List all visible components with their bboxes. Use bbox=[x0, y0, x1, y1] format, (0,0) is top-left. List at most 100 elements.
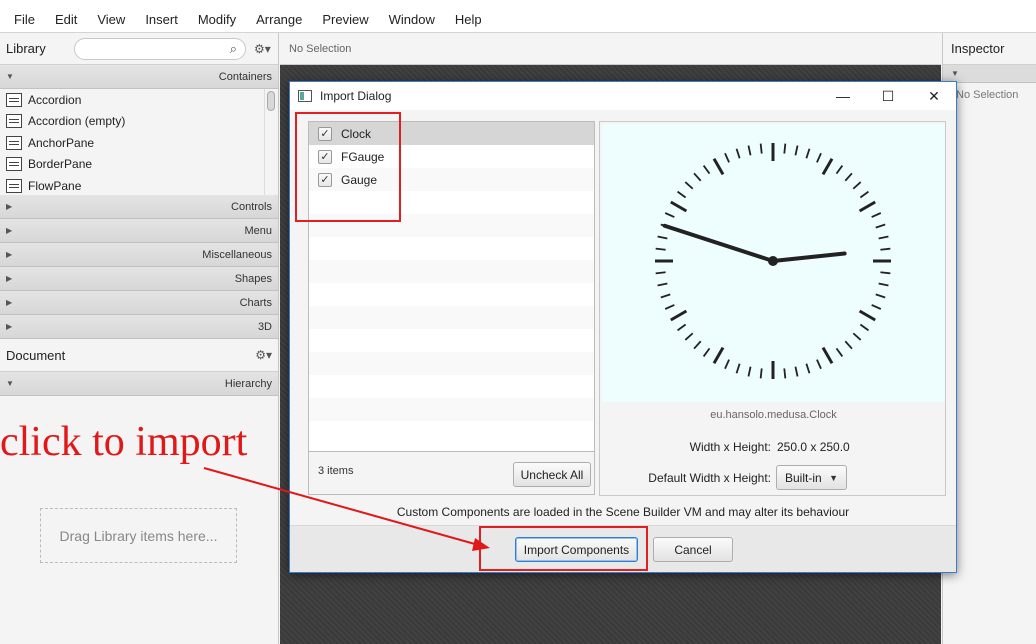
library-header: Library ⌕ ⚙▾ bbox=[0, 33, 278, 65]
gear-icon[interactable]: ⚙▾ bbox=[255, 348, 272, 362]
library-section-menu[interactable]: ▶ Menu bbox=[0, 219, 278, 243]
clock-tick bbox=[859, 323, 869, 332]
clock-tick bbox=[794, 145, 799, 156]
clock-tick bbox=[693, 340, 702, 350]
collapse-arrow-icon: ▼ bbox=[951, 69, 959, 78]
empty-row bbox=[309, 283, 594, 306]
dialog-title: Import Dialog bbox=[320, 89, 392, 103]
library-item-label: Accordion (empty) bbox=[28, 114, 126, 129]
close-icon[interactable]: ✕ bbox=[911, 82, 957, 110]
clock-tick bbox=[835, 347, 844, 357]
container-icon bbox=[6, 135, 22, 150]
clock-tick bbox=[655, 271, 666, 275]
clock-preview bbox=[602, 124, 945, 402]
clock-tick bbox=[657, 282, 668, 287]
component-class-name: eu.hansolo.medusa.Clock bbox=[710, 409, 837, 421]
annotation-text: click to import bbox=[0, 419, 248, 465]
clock-icon bbox=[655, 143, 891, 379]
default-size-select[interactable]: Built-in ▼ bbox=[776, 465, 847, 490]
minimize-icon[interactable]: — bbox=[820, 82, 866, 110]
library-item[interactable]: AnchorPane bbox=[0, 132, 278, 154]
library-item[interactable]: Accordion (empty) bbox=[0, 111, 278, 133]
document-title: Document bbox=[6, 347, 66, 363]
component-preview: eu.hansolo.medusa.Clock Width x Height: … bbox=[599, 121, 946, 496]
section-label: Miscellaneous bbox=[202, 248, 272, 261]
empty-row bbox=[309, 398, 594, 421]
default-size-value: Built-in bbox=[785, 470, 822, 485]
clock-tick bbox=[747, 366, 752, 377]
maximize-icon[interactable]: ☐ bbox=[865, 82, 911, 110]
library-item[interactable]: BorderPane bbox=[0, 154, 278, 176]
selection-bar: No Selection bbox=[280, 33, 941, 65]
expand-arrow-icon: ▶ bbox=[6, 322, 13, 331]
menu-item-file[interactable]: File bbox=[4, 12, 45, 27]
library-section-charts[interactable]: ▶ Charts bbox=[0, 291, 278, 315]
inspector-title: Inspector bbox=[943, 33, 1036, 65]
custom-components-notice: Custom Components are loaded in the Scen… bbox=[396, 505, 850, 519]
menu-item-window[interactable]: Window bbox=[379, 12, 445, 27]
library-section-controls[interactable]: ▶ Controls bbox=[0, 195, 278, 219]
clock-tick bbox=[871, 212, 882, 218]
gear-icon[interactable]: ⚙▾ bbox=[254, 42, 271, 56]
cancel-button[interactable]: Cancel bbox=[653, 537, 733, 562]
empty-row bbox=[309, 375, 594, 398]
container-icon bbox=[6, 92, 22, 107]
document-header: Document ⚙▾ bbox=[0, 339, 278, 372]
clock-tick bbox=[724, 359, 730, 370]
library-item-label: AnchorPane bbox=[28, 135, 95, 150]
expand-arrow-icon: ▶ bbox=[6, 298, 13, 307]
menu-item-modify[interactable]: Modify bbox=[188, 12, 246, 27]
section-label: Charts bbox=[239, 296, 272, 309]
clock-tick bbox=[805, 148, 811, 159]
library-search-input[interactable]: ⌕ bbox=[74, 37, 246, 60]
clock-tick bbox=[693, 172, 702, 182]
menu-item-preview[interactable]: Preview bbox=[312, 12, 378, 27]
section-label: Shapes bbox=[234, 272, 272, 285]
clock-tick bbox=[871, 304, 882, 310]
library-item[interactable]: FlowPane bbox=[0, 175, 278, 195]
expand-arrow-icon: ▶ bbox=[6, 226, 13, 235]
clock-tick bbox=[844, 340, 853, 350]
section-label: Controls bbox=[231, 200, 272, 213]
menu-item-arrange[interactable]: Arrange bbox=[246, 12, 312, 27]
clock-tick bbox=[844, 172, 853, 182]
empty-row bbox=[309, 306, 594, 329]
document-section-hierarchy[interactable]: ▼ Hierarchy bbox=[0, 372, 278, 396]
annotation-highlight-import-button bbox=[479, 526, 648, 571]
menu-item-edit[interactable]: Edit bbox=[45, 12, 87, 27]
menu-item-view[interactable]: View bbox=[87, 12, 135, 27]
clock-tick bbox=[875, 293, 886, 299]
menu-item-insert[interactable]: Insert bbox=[135, 12, 188, 27]
clock-tick bbox=[859, 190, 869, 199]
library-section-containers[interactable]: ▼ Containers bbox=[0, 65, 278, 89]
library-item[interactable]: Accordion bbox=[0, 89, 278, 111]
clock-tick bbox=[858, 309, 876, 322]
clock-tick bbox=[677, 323, 687, 332]
empty-row bbox=[309, 421, 594, 444]
empty-row bbox=[309, 352, 594, 375]
library-section-miscellaneous[interactable]: ▶ Miscellaneous bbox=[0, 243, 278, 267]
library-section-3d[interactable]: ▶ 3D bbox=[0, 315, 278, 339]
section-label: Containers bbox=[218, 70, 272, 83]
menu-item-help[interactable]: Help bbox=[445, 12, 492, 27]
clock-tick bbox=[835, 165, 844, 175]
clock-tick bbox=[735, 363, 741, 374]
uncheck-all-button[interactable]: Uncheck All bbox=[513, 462, 591, 487]
chevron-down-icon: ▼ bbox=[829, 473, 838, 483]
library-section-shapes[interactable]: ▶ Shapes bbox=[0, 267, 278, 291]
section-label: Menu bbox=[244, 224, 272, 237]
empty-row bbox=[309, 329, 594, 352]
clock-tick bbox=[759, 143, 763, 154]
clock-tick bbox=[880, 247, 891, 251]
clock-tick bbox=[735, 148, 741, 159]
scrollbar-thumb[interactable] bbox=[267, 91, 275, 111]
clock-tick bbox=[655, 247, 666, 251]
dialog-title-bar: Import Dialog — ☐ ✕ bbox=[290, 82, 956, 110]
library-item-label: Accordion bbox=[28, 92, 82, 107]
collapse-arrow-icon: ▼ bbox=[6, 379, 14, 388]
library-item-label: BorderPane bbox=[28, 157, 93, 172]
search-icon[interactable]: ⌕ bbox=[230, 41, 237, 57]
clock-tick bbox=[664, 212, 675, 218]
scrollbar[interactable] bbox=[264, 89, 276, 195]
container-icon bbox=[6, 157, 22, 172]
